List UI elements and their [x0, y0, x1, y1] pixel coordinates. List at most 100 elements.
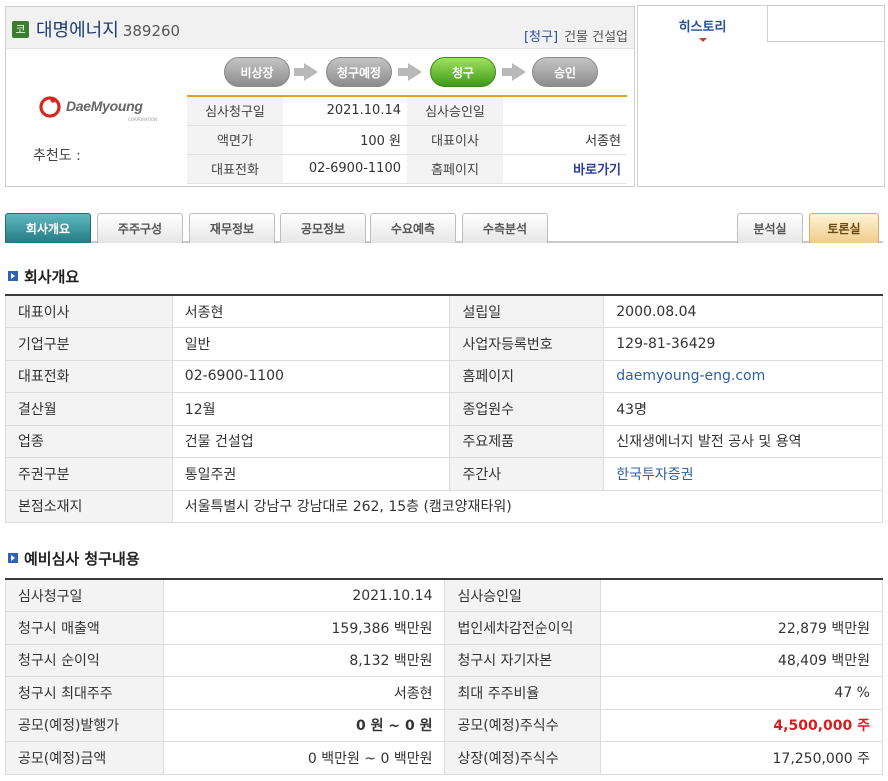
step-arrow-icon — [502, 63, 526, 81]
cell-value: 2021.10.14 — [162, 578, 446, 612]
table-row: 청구시 매출액 159,386 백만원 법인세차감전순이익 22,879 백만원 — [5, 611, 883, 645]
table-row: 공모(예정)발행가 0 원 ~ 0 원 공모(예정)주식수 4,500,000 … — [5, 708, 883, 742]
tab-shareholders[interactable]: 주주구성 — [97, 213, 183, 243]
cell-value: 통일주권 — [171, 457, 451, 491]
status-badge: [청구] — [523, 30, 559, 45]
info-label: 액면가 — [187, 125, 283, 155]
cell-label: 종업원수 — [449, 392, 605, 426]
tab-demand-forecast[interactable]: 수요예측 — [370, 213, 456, 243]
cell-label: 공모(예정)발행가 — [5, 708, 164, 742]
section-title-text: 예비심사 청구내용 — [24, 550, 140, 568]
cell-label: 사업자등록번호 — [449, 327, 605, 361]
step-claim: 청구 — [430, 57, 496, 87]
tab-analysis-room[interactable]: 분석실 — [737, 213, 803, 243]
table-row: 본점소재지 서울특별시 강남구 강남대로 262, 15층 (캠코양재타워) — [5, 489, 884, 523]
table-row: 주권구분 통일주권 주간사 한국투자증권 — [5, 457, 883, 491]
cell-label: 공모(예정)주식수 — [444, 708, 602, 742]
section-tabs: 회사개요 주주구성 재무정보 공모정보 수요예측 수측분석 분석실 토론실 — [5, 212, 883, 243]
cell-value: 22,879 백만원 — [600, 611, 883, 645]
company-logo: DaeMyoung CORPORATION — [38, 93, 158, 123]
table-row: 청구시 순이익 8,132 백만원 청구시 자기자본 48,409 백만원 — [5, 643, 883, 677]
cell-value: 17,250,000 주 — [600, 741, 883, 775]
cell-label: 결산월 — [5, 392, 173, 426]
company-industry: 건물 건설업 — [564, 30, 628, 45]
cell-value: 신재생에너지 발전 공사 및 용역 — [603, 424, 883, 458]
cell-value: 43명 — [603, 392, 883, 426]
prelim-review-table: 심사청구일 2021.10.14 심사승인일 청구시 매출액 159,386 백… — [5, 578, 883, 775]
tab-history[interactable]: 히스토리 — [638, 6, 768, 42]
cell-label: 법인세차감전순이익 — [444, 611, 602, 645]
cell-label: 심사승인일 — [444, 578, 602, 612]
info-value: 서종현 — [503, 125, 627, 155]
divider — [768, 41, 885, 42]
company-status: [청구] 건물 건설업 — [524, 26, 628, 45]
cell-label: 최대 주주비율 — [444, 676, 602, 710]
cell-value: 서종현 — [171, 294, 451, 328]
company-title-bar: 코 대명에너지 389260 [청구] 건물 건설업 — [6, 7, 634, 49]
info-value: 02-6900-1100 — [283, 154, 407, 184]
logo-subtext: CORPORATION — [128, 117, 158, 122]
company-overview-table: 대표이사 서종현 설립일 2000.08.04 기업구분 일반 사업자등록번호 … — [5, 294, 884, 523]
cell-label: 업종 — [5, 424, 173, 458]
step-approved: 승인 — [532, 57, 598, 87]
market-badge: 코 — [12, 21, 29, 38]
cell-value: 2000.08.04 — [603, 294, 883, 328]
tab-discussion-room[interactable]: 토론실 — [809, 213, 879, 243]
tab-company-overview[interactable]: 회사개요 — [5, 213, 91, 243]
tab-demand-analysis[interactable]: 수측분석 — [462, 213, 548, 243]
cell-value: 서종현 — [162, 676, 446, 710]
cell-value: 8,132 백만원 — [162, 643, 446, 677]
offer-share-count: 4,500,000 주 — [600, 708, 883, 742]
info-value: 2021.10.14 — [283, 96, 407, 126]
homepage-url-link[interactable]: daemyoung-eng.com — [603, 359, 883, 393]
cell-label: 주요제품 — [449, 424, 605, 458]
cell-label: 대표이사 — [5, 294, 173, 328]
table-row: 청구시 최대주주 서종현 최대 주주비율 47 % — [5, 676, 883, 710]
cell-value: 47 % — [600, 676, 883, 710]
info-label: 대표이사 — [407, 125, 503, 155]
logo-text: DaeMyoung — [66, 98, 143, 114]
cell-value — [600, 578, 883, 612]
cell-label: 대표전화 — [5, 359, 173, 393]
cell-label: 청구시 매출액 — [5, 611, 164, 645]
cell-label: 청구시 자기자본 — [444, 643, 602, 677]
info-value — [503, 96, 627, 126]
company-name: 대명에너지 389260 — [36, 20, 181, 41]
table-row: 대표이사 서종현 설립일 2000.08.04 — [5, 294, 883, 328]
cell-value: 129-81-36429 — [603, 327, 883, 361]
cell-value: 02-6900-1100 — [171, 359, 451, 393]
section-title-prelim: 예비심사 청구내용 — [8, 548, 140, 569]
section-title-overview: 회사개요 — [8, 266, 79, 287]
offer-price-range: 0 원 ~ 0 원 — [162, 708, 446, 742]
listing-steps: 비상장 청구예정 청구 승인 — [218, 55, 598, 89]
info-label: 대표전화 — [187, 154, 283, 184]
table-row: 업종 건물 건설업 주요제품 신재생에너지 발전 공사 및 용역 — [5, 424, 883, 458]
table-row: 심사청구일 2021.10.14 심사승인일 — [187, 96, 627, 126]
company-header: 코 대명에너지 389260 [청구] 건물 건설업 DaeMyoung CORPO… — [5, 6, 635, 187]
tab-financials[interactable]: 재무정보 — [189, 213, 275, 243]
cell-label: 기업구분 — [5, 327, 173, 361]
cell-value: 159,386 백만원 — [162, 611, 446, 645]
history-panel: 히스토리 — [637, 5, 885, 187]
tab-offering[interactable]: 공모정보 — [280, 213, 366, 243]
logo-mark-icon — [39, 96, 61, 118]
section-title-text: 회사개요 — [24, 268, 80, 286]
step-pre-claim: 청구예정 — [326, 57, 392, 87]
cell-label: 상장(예정)주식수 — [444, 741, 602, 775]
table-row: 심사청구일 2021.10.14 심사승인일 — [5, 578, 883, 612]
section-bullet-icon — [8, 271, 18, 281]
cell-label: 청구시 순이익 — [5, 643, 164, 677]
underwriter-link[interactable]: 한국투자증권 — [603, 457, 883, 491]
cell-label: 홈페이지 — [449, 359, 605, 393]
cell-value: 0 백만원 ~ 0 백만원 — [162, 741, 446, 775]
history-tab-label: 히스토리 — [678, 20, 727, 35]
cell-label: 설립일 — [449, 294, 605, 328]
table-row: 대표전화 02-6900-1100 홈페이지 daemyoung-eng.com — [5, 359, 883, 393]
address-value: 서울특별시 강남구 강남대로 262, 15층 (캠코양재타워) — [171, 489, 884, 523]
header-info-table: 심사청구일 2021.10.14 심사승인일 액면가 100 원 대표이사 서종… — [187, 95, 627, 184]
cell-label: 주간사 — [449, 457, 605, 491]
cell-value: 48,409 백만원 — [600, 643, 883, 677]
step-arrow-icon — [398, 63, 422, 81]
step-unlisted: 비상장 — [224, 57, 290, 87]
homepage-link[interactable]: 바로가기 — [503, 154, 627, 184]
